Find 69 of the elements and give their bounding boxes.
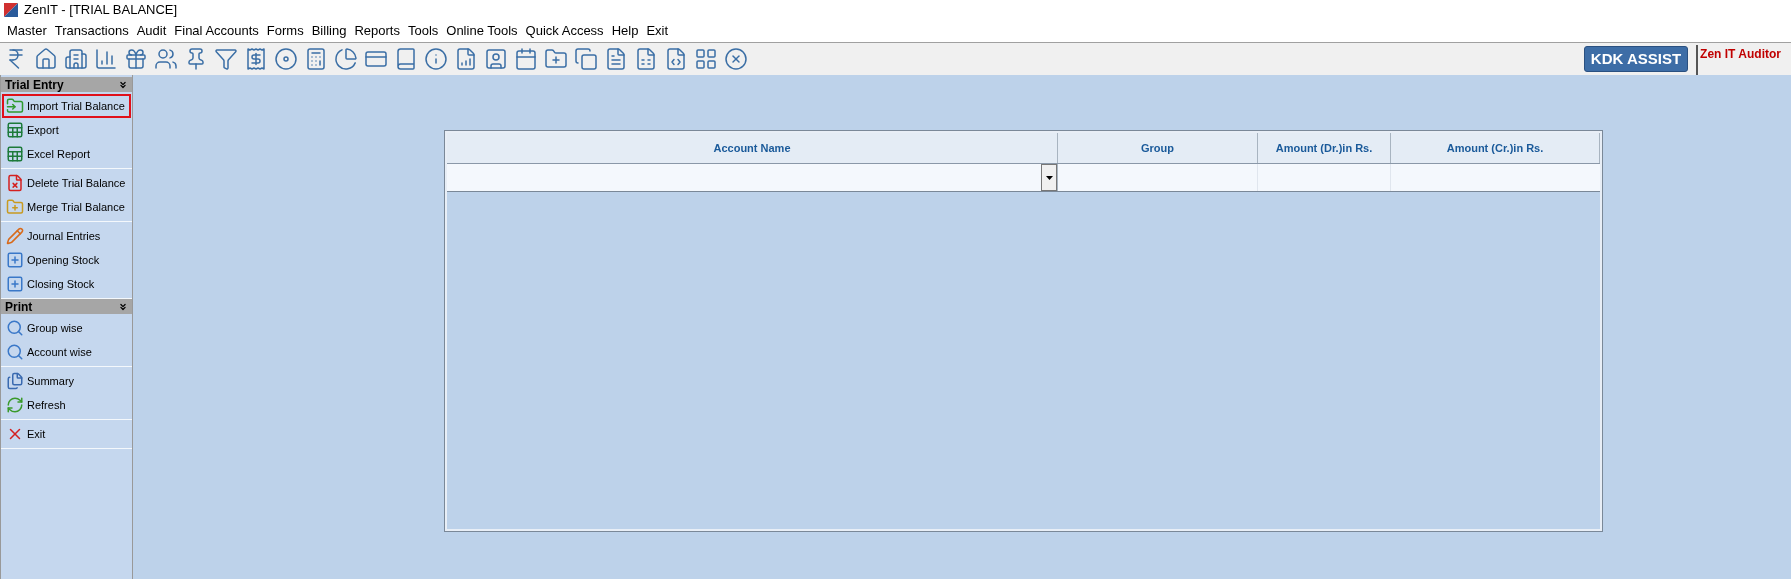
users-icon[interactable] bbox=[154, 47, 178, 71]
info-icon[interactable] bbox=[424, 47, 448, 71]
menu-item[interactable]: Billing bbox=[307, 21, 351, 41]
sidebar-item[interactable]: Excel Report bbox=[2, 142, 131, 166]
menu-item[interactable]: Reports bbox=[350, 21, 404, 41]
magnifier-icon bbox=[6, 343, 24, 361]
pencil-icon bbox=[6, 227, 24, 245]
filter-icon[interactable] bbox=[214, 47, 238, 71]
sidebar-item[interactable]: Account wise bbox=[2, 340, 131, 364]
column-header: Amount (Cr.)in Rs. bbox=[1391, 133, 1600, 163]
sidebar-item[interactable]: Exit bbox=[2, 422, 131, 446]
sidebar-item[interactable]: Merge Trial Balance bbox=[2, 195, 131, 219]
menu-item[interactable]: Final Accounts bbox=[170, 21, 263, 41]
book-icon[interactable] bbox=[394, 47, 418, 71]
column-header: Amount (Dr.)in Rs. bbox=[1258, 133, 1391, 163]
sheet-icon[interactable] bbox=[634, 47, 658, 71]
sidebar-item[interactable]: Summary bbox=[2, 369, 131, 393]
sidebar-item[interactable]: Import Trial Balance bbox=[2, 94, 131, 118]
menu-item[interactable]: Online Tools bbox=[442, 21, 522, 41]
user-card-icon[interactable] bbox=[484, 47, 508, 71]
sidebar-item[interactable]: Group wise bbox=[2, 316, 131, 340]
menu-item[interactable]: Transactions bbox=[50, 21, 133, 41]
section-header[interactable]: Print bbox=[1, 299, 132, 314]
file-icon[interactable] bbox=[664, 47, 688, 71]
magnifier-icon bbox=[6, 319, 24, 337]
document-icon[interactable] bbox=[604, 47, 628, 71]
column-header: Group bbox=[1058, 133, 1258, 163]
pages-icon bbox=[6, 372, 24, 390]
menu-item[interactable]: Forms bbox=[262, 21, 308, 41]
pie-chart-icon[interactable] bbox=[334, 47, 358, 71]
menu-item[interactable]: Tools bbox=[403, 21, 443, 41]
gift-icon[interactable] bbox=[124, 47, 148, 71]
column-header: Account Name bbox=[447, 133, 1058, 163]
caret-icon bbox=[1045, 175, 1053, 180]
folder-plus-icon bbox=[6, 198, 24, 216]
sidebar-item[interactable]: Journal Entries bbox=[2, 224, 131, 248]
copy-icon[interactable] bbox=[574, 47, 598, 71]
collapse-icon bbox=[118, 301, 128, 312]
spreadsheet-icon bbox=[6, 145, 24, 163]
report-icon[interactable] bbox=[454, 47, 478, 71]
menu-item[interactable]: Quick Access bbox=[521, 21, 608, 41]
calendar-icon[interactable] bbox=[514, 47, 538, 71]
dropdown-button[interactable] bbox=[1041, 164, 1057, 191]
folder-plus-icon[interactable] bbox=[544, 47, 568, 71]
sidebar-item[interactable]: Export bbox=[2, 118, 131, 142]
delete-icon bbox=[6, 174, 24, 192]
disc-icon[interactable] bbox=[274, 47, 298, 71]
refresh-icon bbox=[6, 396, 24, 414]
folder-arrow-icon bbox=[6, 97, 24, 115]
bar-chart-icon[interactable] bbox=[94, 47, 118, 71]
spreadsheet-icon bbox=[6, 121, 24, 139]
app-logo-icon bbox=[4, 3, 18, 17]
kdk-assist-button[interactable]: KDK ASSIST bbox=[1583, 46, 1689, 72]
menu-item[interactable]: Audit bbox=[132, 21, 171, 41]
calculator-icon[interactable] bbox=[304, 47, 328, 71]
menu-item[interactable]: Exit bbox=[642, 21, 673, 41]
sidebar-item[interactable]: Closing Stock bbox=[2, 272, 131, 296]
sidebar-item[interactable]: Delete Trial Balance bbox=[2, 171, 131, 195]
sidebar-item[interactable]: Refresh bbox=[2, 393, 131, 417]
window-title: ZenIT - [TRIAL BALANCE] bbox=[24, 1, 178, 20]
menu-item[interactable]: Help bbox=[607, 21, 643, 41]
grid-icon[interactable] bbox=[694, 47, 718, 71]
collapse-icon bbox=[118, 79, 128, 90]
close-icon[interactable] bbox=[724, 47, 748, 71]
sidebar-item[interactable]: Opening Stock bbox=[2, 248, 131, 272]
building-icon[interactable] bbox=[64, 47, 88, 71]
menu-item[interactable]: Master bbox=[3, 21, 51, 41]
section-header[interactable]: Trial Entry bbox=[1, 77, 132, 92]
home-icon[interactable] bbox=[34, 47, 58, 71]
